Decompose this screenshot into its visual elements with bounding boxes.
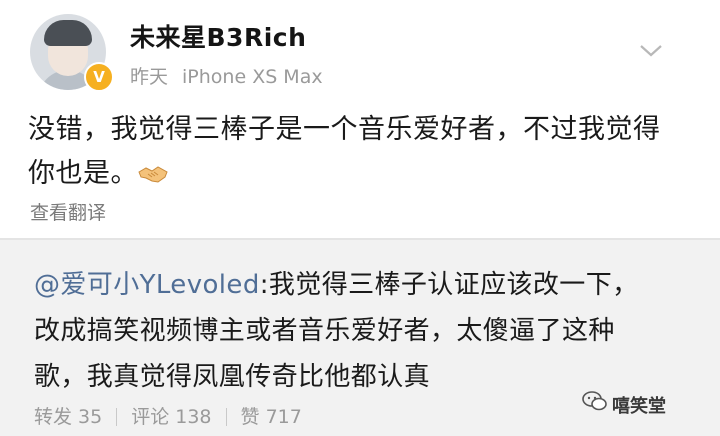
stat-divider	[225, 408, 227, 426]
chevron-down-icon[interactable]	[636, 38, 666, 62]
username[interactable]: 未来星B3Rich	[130, 18, 306, 54]
verified-badge-icon: V	[84, 62, 114, 92]
post-content-line: 你也是。	[28, 152, 698, 196]
post-device: iPhone XS Max	[182, 66, 323, 88]
translate-link[interactable]: 查看翻译	[30, 198, 106, 225]
post-content: 没错，我觉得三棒子是一个音乐爱好者，不过我觉得 你也是。	[28, 108, 698, 196]
mention-link[interactable]: @爱可小YLevoled	[34, 270, 260, 300]
post-content-line: 没错，我觉得三棒子是一个音乐爱好者，不过我觉得	[28, 114, 661, 145]
repost-line: 改成搞笑视频博主或者音乐爱好者，太傻逼了这种	[34, 316, 615, 346]
weibo-post: V 未来星B3Rich 昨天 iPhone XS Max 没错，我觉得三棒子是一个…	[0, 0, 720, 240]
handshake-icon	[138, 166, 168, 183]
stat-divider	[116, 408, 118, 426]
post-time: 昨天	[130, 66, 169, 88]
repost-line: @爱可小YLevoled:我觉得三棒子认证应该改一下，	[34, 270, 639, 300]
wechat-icon	[582, 391, 607, 411]
like-count[interactable]: 赞 717	[241, 402, 302, 429]
repost-count[interactable]: 转发 35	[34, 402, 102, 429]
watermark: 嘻笑堂	[582, 391, 666, 418]
avatar-hair-shape	[44, 20, 92, 46]
watermark-text: 嘻笑堂	[612, 396, 666, 417]
repost-content: @爱可小YLevoled:我觉得三棒子认证应该改一下， 改成搞笑视频博主或者音乐…	[34, 262, 694, 400]
comment-count[interactable]: 评论 138	[131, 402, 211, 429]
post-meta: 昨天 iPhone XS Max	[130, 62, 323, 89]
repost-stats: 转发 35 评论 138 赞 717	[34, 402, 316, 429]
